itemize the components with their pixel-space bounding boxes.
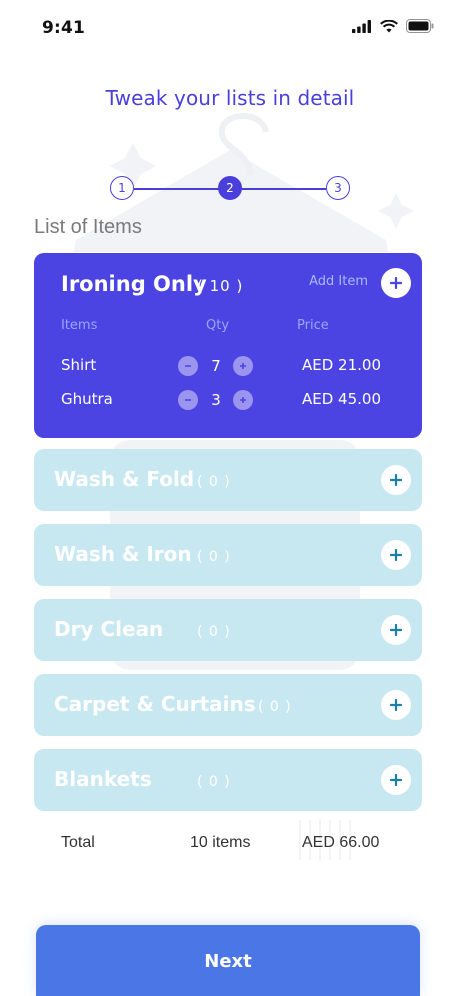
item-price: AED 21.00	[302, 356, 381, 374]
plus-icon	[390, 774, 402, 786]
signal-icon	[352, 19, 371, 33]
add-item-button[interactable]	[381, 268, 411, 298]
category-card-wash-fold[interactable]: Wash & Fold ( 0 )	[34, 449, 422, 511]
item-quantity: 7	[211, 357, 221, 375]
status-icons	[352, 19, 434, 33]
column-header-qty: Qty	[206, 318, 230, 333]
category-card-carpet-curtains[interactable]: Carpet & Curtains ( 0 )	[34, 674, 422, 736]
item-name: Ghutra	[61, 390, 113, 408]
step-1[interactable]: 1	[110, 176, 134, 200]
item-name: Shirt	[61, 356, 97, 374]
category-name: Carpet & Curtains	[54, 692, 256, 716]
status-bar: 9:41	[0, 0, 460, 58]
add-item-label[interactable]: Add Item	[309, 274, 368, 289]
next-button[interactable]: Next	[36, 925, 420, 996]
category-count: ( 0 )	[197, 624, 231, 640]
total-row: Total 10 items AED 66.00	[0, 834, 460, 856]
category-card-dry-clean[interactable]: Dry Clean ( 0 )	[34, 599, 422, 661]
stepper-connector	[134, 188, 219, 190]
minus-icon	[185, 365, 191, 367]
step-2-active[interactable]: 2	[218, 176, 242, 200]
category-card-ironing-only[interactable]: Ironing Only ( 10 ) Add Item Items Qty P…	[34, 253, 422, 438]
add-button[interactable]	[381, 765, 411, 795]
increment-button[interactable]	[233, 356, 253, 376]
plus-icon	[390, 474, 402, 486]
plus-icon	[240, 363, 246, 369]
column-header-items: Items	[61, 318, 98, 333]
step-3[interactable]: 3	[326, 176, 350, 200]
plus-icon	[390, 624, 402, 636]
item-quantity: 3	[211, 391, 221, 409]
column-header-price: Price	[297, 318, 329, 333]
category-count: ( 0 )	[197, 549, 231, 565]
category-count: ( 0 )	[197, 774, 231, 790]
progress-stepper: 1 2 3	[110, 176, 352, 202]
category-card-wash-iron[interactable]: Wash & Iron ( 0 )	[34, 524, 422, 586]
card-count: ( 10 )	[197, 277, 244, 295]
plus-icon	[390, 277, 402, 289]
category-name: Wash & Iron	[54, 542, 192, 566]
page-title: Tweak your lists in detail	[105, 86, 355, 110]
stepper-connector	[241, 188, 326, 190]
add-button[interactable]	[381, 615, 411, 645]
status-time: 9:41	[42, 18, 86, 38]
battery-icon	[406, 19, 434, 33]
increment-button[interactable]	[233, 390, 253, 410]
item-price: AED 45.00	[302, 390, 381, 408]
category-name: Wash & Fold	[54, 467, 195, 491]
category-count: ( 0 )	[258, 699, 292, 715]
wifi-icon	[380, 19, 398, 32]
category-name: Dry Clean	[54, 617, 164, 641]
plus-icon	[390, 699, 402, 711]
total-items: 10 items	[190, 834, 251, 851]
category-name: Blankets	[54, 767, 152, 791]
minus-icon	[185, 399, 191, 401]
card-title: Ironing Only	[61, 272, 207, 296]
decrement-button[interactable]	[178, 390, 198, 410]
add-button[interactable]	[381, 690, 411, 720]
total-amount: AED 66.00	[302, 834, 380, 851]
category-card-blankets[interactable]: Blankets ( 0 )	[34, 749, 422, 811]
total-label: Total	[61, 834, 95, 851]
plus-icon	[240, 397, 246, 403]
plus-icon	[390, 549, 402, 561]
section-label: List of Items	[34, 216, 142, 238]
add-button[interactable]	[381, 465, 411, 495]
add-button[interactable]	[381, 540, 411, 570]
category-count: ( 0 )	[197, 474, 231, 490]
decrement-button[interactable]	[178, 356, 198, 376]
